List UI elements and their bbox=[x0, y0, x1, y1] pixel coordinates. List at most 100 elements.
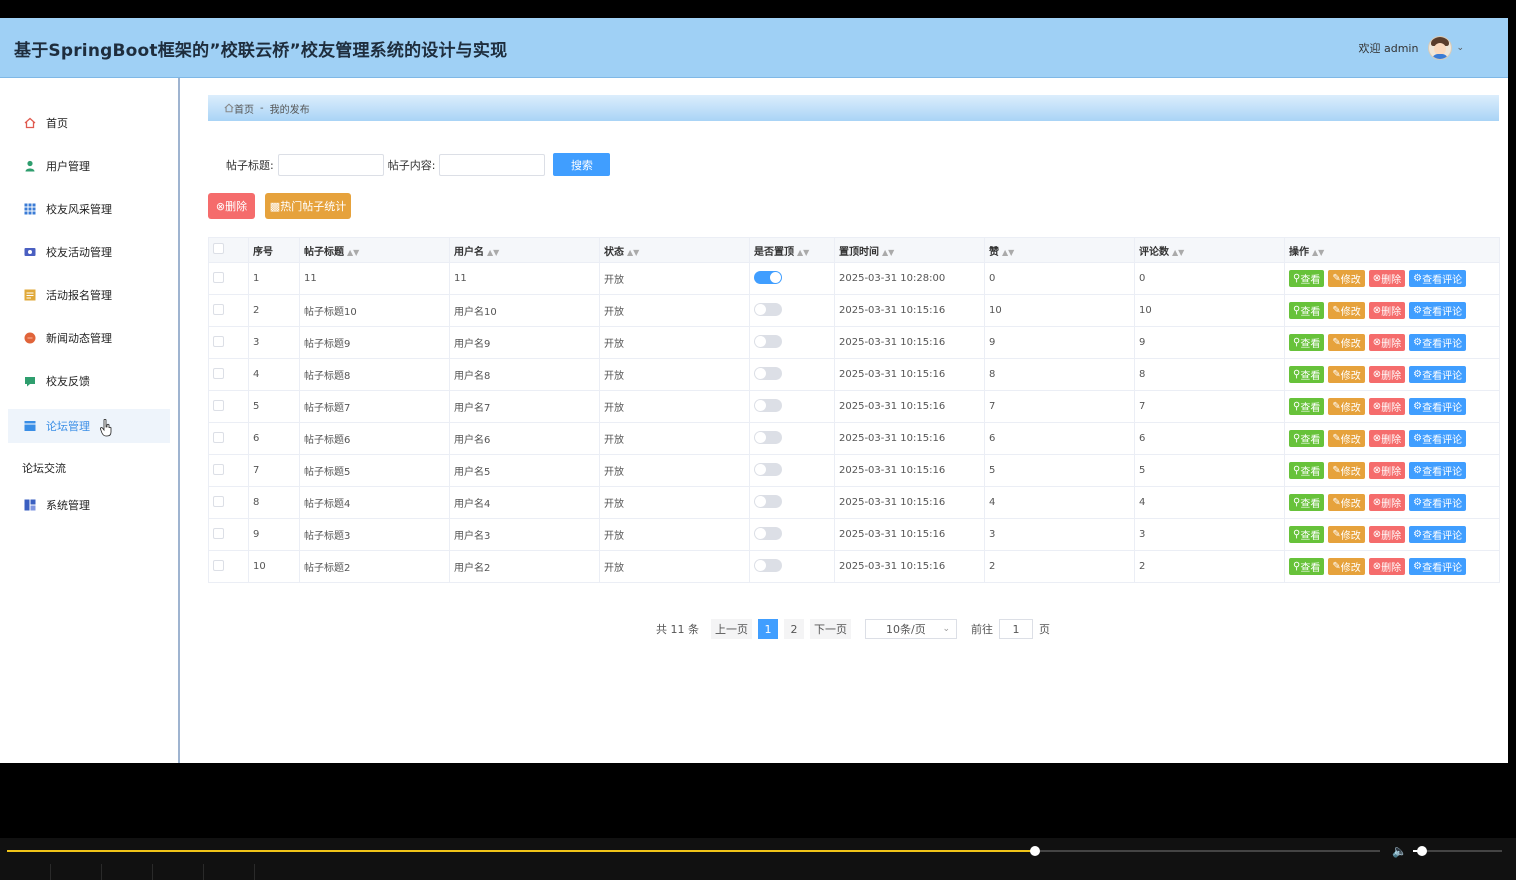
column-header[interactable]: 操作 ▲▼ bbox=[1284, 237, 1500, 263]
sidebar-item-signup[interactable]: 活动报名管理 bbox=[8, 278, 170, 312]
row-select-cell[interactable] bbox=[208, 326, 249, 359]
progress-handle[interactable] bbox=[1030, 846, 1041, 856]
view-comments-button[interactable]: ⚙ 查看评论 bbox=[1409, 270, 1467, 287]
column-header[interactable]: 是否置顶 ▲▼ bbox=[749, 237, 835, 263]
row-checkbox[interactable] bbox=[213, 335, 224, 347]
view-button[interactable]: ⚲ 查看 bbox=[1289, 302, 1325, 319]
row-checkbox[interactable] bbox=[213, 271, 224, 283]
avatar[interactable] bbox=[1428, 36, 1453, 60]
view-button[interactable]: ⚲ 查看 bbox=[1289, 462, 1325, 479]
row-select-cell[interactable] bbox=[208, 294, 249, 327]
sidebar-item-forum[interactable]: 论坛管理 bbox=[8, 409, 170, 443]
edit-button[interactable]: ✎ 修改 bbox=[1328, 494, 1365, 511]
edit-button[interactable]: ✎ 修改 bbox=[1328, 462, 1365, 479]
delete-button[interactable]: ⊗ 删除 bbox=[1368, 334, 1406, 351]
delete-button[interactable]: ⊗ 删除 bbox=[1368, 398, 1406, 415]
sidebar-item-feedback[interactable]: 校友反馈 bbox=[8, 364, 170, 398]
select-all-checkbox[interactable] bbox=[213, 243, 224, 254]
edit-button[interactable]: ✎ 修改 bbox=[1328, 430, 1365, 447]
row-select-cell[interactable] bbox=[208, 358, 249, 391]
toolbar-slot[interactable] bbox=[0, 864, 51, 880]
column-header[interactable]: 赞 ▲▼ bbox=[984, 237, 1135, 263]
batch-delete-button[interactable]: ⊗ 删除 bbox=[208, 193, 255, 219]
column-header[interactable]: 状态 ▲▼ bbox=[599, 237, 750, 263]
view-comments-button[interactable]: ⚙ 查看评论 bbox=[1409, 430, 1467, 447]
view-comments-button[interactable]: ⚙ 查看评论 bbox=[1409, 302, 1467, 319]
row-checkbox[interactable] bbox=[213, 303, 224, 315]
row-checkbox[interactable] bbox=[213, 527, 224, 539]
row-select-cell[interactable] bbox=[208, 486, 249, 519]
pin-toggle[interactable] bbox=[754, 398, 782, 412]
sidebar-item-alumni-showcase[interactable]: 校友风采管理 bbox=[8, 192, 170, 226]
sidebar-item-news[interactable]: 新闻动态管理 bbox=[8, 321, 170, 355]
delete-button[interactable]: ⊗ 删除 bbox=[1368, 366, 1406, 383]
title-search-input[interactable] bbox=[277, 153, 384, 176]
view-button[interactable]: ⚲ 查看 bbox=[1289, 334, 1325, 351]
toolbar-slot[interactable] bbox=[153, 864, 204, 880]
row-checkbox[interactable] bbox=[213, 399, 224, 411]
view-comments-button[interactable]: ⚙ 查看评论 bbox=[1409, 398, 1467, 415]
sidebar-item-users[interactable]: 用户管理 bbox=[8, 149, 170, 183]
view-comments-button[interactable]: ⚙ 查看评论 bbox=[1409, 462, 1467, 479]
user-menu[interactable]: 欢迎 admin ⌄ bbox=[1358, 36, 1464, 60]
pin-toggle[interactable] bbox=[754, 430, 782, 444]
row-select-cell[interactable] bbox=[208, 550, 249, 583]
hot-posts-stats-button[interactable]: ▩ 热门帖子统计 bbox=[265, 193, 351, 219]
delete-button[interactable]: ⊗ 删除 bbox=[1368, 430, 1406, 447]
column-header[interactable]: 置顶时间 ▲▼ bbox=[834, 237, 985, 263]
content-search-input[interactable] bbox=[439, 153, 546, 176]
playback-progress-bar[interactable] bbox=[7, 846, 1380, 856]
toolbar-slot[interactable] bbox=[102, 864, 153, 880]
view-comments-button[interactable]: ⚙ 查看评论 bbox=[1409, 334, 1467, 351]
breadcrumb-home[interactable]: 首页 bbox=[234, 101, 254, 116]
edit-button[interactable]: ✎ 修改 bbox=[1328, 398, 1365, 415]
edit-button[interactable]: ✎ 修改 bbox=[1328, 334, 1365, 351]
view-comments-button[interactable]: ⚙ 查看评论 bbox=[1409, 526, 1467, 543]
prev-page-button[interactable]: 上一页 bbox=[711, 619, 752, 639]
row-checkbox[interactable] bbox=[213, 367, 224, 379]
chevron-down-icon[interactable]: ⌄ bbox=[1456, 43, 1464, 53]
delete-button[interactable]: ⊗ 删除 bbox=[1368, 462, 1406, 479]
pin-toggle[interactable] bbox=[754, 558, 782, 572]
sidebar-group-forum-exchange[interactable]: 论坛交流 bbox=[22, 460, 66, 476]
column-header[interactable]: 帖子标题 ▲▼ bbox=[299, 237, 450, 263]
row-select-cell[interactable] bbox=[208, 518, 249, 551]
row-checkbox[interactable] bbox=[213, 431, 224, 443]
pin-toggle[interactable] bbox=[754, 302, 782, 316]
select-all-cell[interactable] bbox=[208, 237, 249, 263]
edit-button[interactable]: ✎ 修改 bbox=[1328, 270, 1365, 287]
goto-page-input[interactable]: 1 bbox=[999, 619, 1033, 639]
pin-toggle[interactable] bbox=[754, 270, 782, 284]
delete-button[interactable]: ⊗ 删除 bbox=[1368, 494, 1406, 511]
toolbar-slot[interactable] bbox=[51, 864, 102, 880]
row-checkbox[interactable] bbox=[213, 463, 224, 475]
column-header[interactable]: 用户名 ▲▼ bbox=[449, 237, 600, 263]
row-select-cell[interactable] bbox=[208, 390, 249, 423]
pin-toggle[interactable] bbox=[754, 526, 782, 540]
volume-icon[interactable]: 🔈 bbox=[1392, 844, 1407, 858]
delete-button[interactable]: ⊗ 删除 bbox=[1368, 526, 1406, 543]
page-number[interactable]: 2 bbox=[784, 619, 804, 639]
toolbar-slot[interactable] bbox=[204, 864, 255, 880]
sidebar-item-alumni-activities[interactable]: 校友活动管理 bbox=[8, 235, 170, 269]
row-select-cell[interactable] bbox=[208, 454, 249, 487]
view-button[interactable]: ⚲ 查看 bbox=[1289, 430, 1325, 447]
view-button[interactable]: ⚲ 查看 bbox=[1289, 366, 1325, 383]
pin-toggle[interactable] bbox=[754, 494, 782, 508]
edit-button[interactable]: ✎ 修改 bbox=[1328, 558, 1365, 575]
row-checkbox[interactable] bbox=[213, 495, 224, 507]
delete-button[interactable]: ⊗ 删除 bbox=[1368, 302, 1406, 319]
volume-slider[interactable] bbox=[1413, 846, 1502, 856]
row-select-cell[interactable] bbox=[208, 262, 249, 295]
pin-toggle[interactable] bbox=[754, 462, 782, 476]
view-button[interactable]: ⚲ 查看 bbox=[1289, 558, 1325, 575]
column-header[interactable]: 评论数 ▲▼ bbox=[1134, 237, 1285, 263]
edit-button[interactable]: ✎ 修改 bbox=[1328, 366, 1365, 383]
view-comments-button[interactable]: ⚙ 查看评论 bbox=[1409, 366, 1467, 383]
view-button[interactable]: ⚲ 查看 bbox=[1289, 398, 1325, 415]
next-page-button[interactable]: 下一页 bbox=[810, 619, 851, 639]
search-button[interactable]: 搜索 bbox=[553, 153, 611, 176]
view-button[interactable]: ⚲ 查看 bbox=[1289, 270, 1325, 287]
delete-button[interactable]: ⊗ 删除 bbox=[1368, 558, 1406, 575]
view-button[interactable]: ⚲ 查看 bbox=[1289, 494, 1325, 511]
